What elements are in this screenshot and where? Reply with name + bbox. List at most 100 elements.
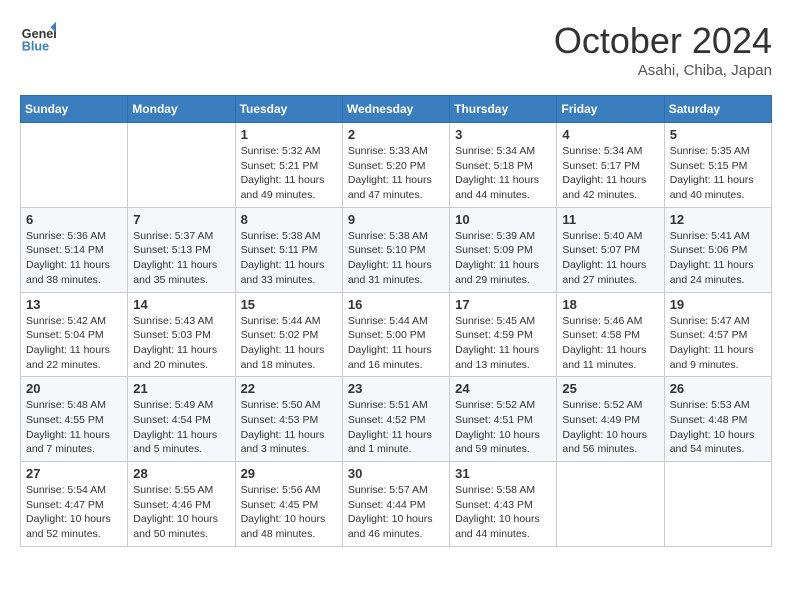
calendar-week-row: 1 Sunrise: 5:32 AMSunset: 5:21 PMDaylight… bbox=[21, 123, 772, 208]
day-number: 26 bbox=[670, 381, 766, 396]
calendar-cell: 1 Sunrise: 5:32 AMSunset: 5:21 PMDaylight… bbox=[235, 123, 342, 208]
calendar-cell: 16Sunrise: 5:44 AMSunset: 5:00 PMDayligh… bbox=[342, 292, 449, 377]
calendar-cell bbox=[21, 123, 128, 208]
day-number: 4 bbox=[562, 127, 658, 142]
calendar-cell: 24 Sunrise: 5:52 AMSunset: 4:51 PMDayligh… bbox=[450, 377, 557, 462]
day-info: Sunrise: 5:35 AMSunset: 5:15 PMDaylight:… bbox=[670, 144, 766, 203]
calendar-cell: 4 Sunrise: 5:34 AMSunset: 5:17 PMDaylight… bbox=[557, 123, 664, 208]
day-number: 29 bbox=[241, 466, 337, 481]
day-number: 13 bbox=[26, 297, 122, 312]
day-number: 15 bbox=[241, 297, 337, 312]
day-number: 8 bbox=[241, 212, 337, 227]
page-header: General Blue October 2024 Asahi, Chiba, … bbox=[20, 20, 772, 79]
calendar-cell: 23Sunrise: 5:51 AMSunset: 4:52 PMDayligh… bbox=[342, 377, 449, 462]
day-info: Sunrise: 5:32 AMSunset: 5:21 PMDaylight:… bbox=[241, 144, 337, 203]
day-number: 6 bbox=[26, 212, 122, 227]
day-info: Sunrise: 5:49 AMSunset: 4:54 PMDaylight:… bbox=[133, 398, 229, 457]
calendar-cell: 6Sunrise: 5:36 AMSunset: 5:14 PMDaylight… bbox=[21, 207, 128, 292]
day-info: Sunrise: 5:57 AMSunset: 4:44 PMDaylight:… bbox=[348, 483, 444, 542]
day-info: Sunrise: 5:39 AMSunset: 5:09 PMDaylight:… bbox=[455, 229, 551, 288]
calendar-cell: 17Sunrise: 5:45 AMSunset: 4:59 PMDayligh… bbox=[450, 292, 557, 377]
day-info: Sunrise: 5:56 AMSunset: 4:45 PMDaylight:… bbox=[241, 483, 337, 542]
calendar-cell: 28Sunrise: 5:55 AMSunset: 4:46 PMDayligh… bbox=[128, 462, 235, 547]
day-number: 5 bbox=[670, 127, 766, 142]
calendar-cell bbox=[557, 462, 664, 547]
day-info: Sunrise: 5:58 AMSunset: 4:43 PMDaylight:… bbox=[455, 483, 551, 542]
day-info: Sunrise: 5:34 AMSunset: 5:17 PMDaylight:… bbox=[562, 144, 658, 203]
calendar-day-header: Thursday bbox=[450, 96, 557, 123]
day-number: 27 bbox=[26, 466, 122, 481]
calendar-cell: 26 Sunrise: 5:53 AMSunset: 4:48 PMDayligh… bbox=[664, 377, 771, 462]
day-number: 17 bbox=[455, 297, 551, 312]
calendar-cell: 11 Sunrise: 5:40 AMSunset: 5:07 PMDayligh… bbox=[557, 207, 664, 292]
logo: General Blue bbox=[20, 20, 60, 56]
day-number: 9 bbox=[348, 212, 444, 227]
day-number: 10 bbox=[455, 212, 551, 227]
calendar-cell: 30 Sunrise: 5:57 AMSunset: 4:44 PMDayligh… bbox=[342, 462, 449, 547]
day-number: 18 bbox=[562, 297, 658, 312]
day-number: 22 bbox=[241, 381, 337, 396]
day-info: Sunrise: 5:50 AMSunset: 4:53 PMDaylight:… bbox=[241, 398, 337, 457]
day-number: 3 bbox=[455, 127, 551, 142]
calendar-cell: 15 Sunrise: 5:44 AMSunset: 5:02 PMDayligh… bbox=[235, 292, 342, 377]
day-info: Sunrise: 5:43 AMSunset: 5:03 PMDaylight:… bbox=[133, 314, 229, 373]
calendar-week-row: 27Sunrise: 5:54 AMSunset: 4:47 PMDayligh… bbox=[21, 462, 772, 547]
day-info: Sunrise: 5:42 AMSunset: 5:04 PMDaylight:… bbox=[26, 314, 122, 373]
calendar-cell: 22 Sunrise: 5:50 AMSunset: 4:53 PMDayligh… bbox=[235, 377, 342, 462]
calendar-cell: 29 Sunrise: 5:56 AMSunset: 4:45 PMDayligh… bbox=[235, 462, 342, 547]
calendar-cell: 14 Sunrise: 5:43 AMSunset: 5:03 PMDayligh… bbox=[128, 292, 235, 377]
title-block: October 2024 Asahi, Chiba, Japan bbox=[554, 20, 772, 79]
calendar-cell: 18 Sunrise: 5:46 AMSunset: 4:58 PMDayligh… bbox=[557, 292, 664, 377]
location-subtitle: Asahi, Chiba, Japan bbox=[554, 62, 772, 79]
calendar-cell: 7 Sunrise: 5:37 AMSunset: 5:13 PMDaylight… bbox=[128, 207, 235, 292]
day-number: 23 bbox=[348, 381, 444, 396]
calendar-cell: 27Sunrise: 5:54 AMSunset: 4:47 PMDayligh… bbox=[21, 462, 128, 547]
day-info: Sunrise: 5:40 AMSunset: 5:07 PMDaylight:… bbox=[562, 229, 658, 288]
day-info: Sunrise: 5:37 AMSunset: 5:13 PMDaylight:… bbox=[133, 229, 229, 288]
day-number: 30 bbox=[348, 466, 444, 481]
day-number: 25 bbox=[562, 381, 658, 396]
svg-text:Blue: Blue bbox=[22, 40, 49, 54]
day-info: Sunrise: 5:34 AMSunset: 5:18 PMDaylight:… bbox=[455, 144, 551, 203]
day-info: Sunrise: 5:44 AMSunset: 5:02 PMDaylight:… bbox=[241, 314, 337, 373]
day-info: Sunrise: 5:53 AMSunset: 4:48 PMDaylight:… bbox=[670, 398, 766, 457]
day-info: Sunrise: 5:44 AMSunset: 5:00 PMDaylight:… bbox=[348, 314, 444, 373]
calendar-cell bbox=[128, 123, 235, 208]
day-number: 11 bbox=[562, 212, 658, 227]
day-info: Sunrise: 5:46 AMSunset: 4:58 PMDaylight:… bbox=[562, 314, 658, 373]
calendar-cell: 9Sunrise: 5:38 AMSunset: 5:10 PMDaylight… bbox=[342, 207, 449, 292]
calendar-cell: 25Sunrise: 5:52 AMSunset: 4:49 PMDayligh… bbox=[557, 377, 664, 462]
calendar-day-header: Sunday bbox=[21, 96, 128, 123]
day-number: 2 bbox=[348, 127, 444, 142]
calendar-cell: 13 Sunrise: 5:42 AMSunset: 5:04 PMDayligh… bbox=[21, 292, 128, 377]
day-info: Sunrise: 5:47 AMSunset: 4:57 PMDaylight:… bbox=[670, 314, 766, 373]
calendar-week-row: 20 Sunrise: 5:48 AMSunset: 4:55 PMDayligh… bbox=[21, 377, 772, 462]
calendar-table: SundayMondayTuesdayWednesdayThursdayFrid… bbox=[20, 95, 772, 547]
day-number: 19 bbox=[670, 297, 766, 312]
calendar-cell: 10 Sunrise: 5:39 AMSunset: 5:09 PMDayligh… bbox=[450, 207, 557, 292]
day-number: 24 bbox=[455, 381, 551, 396]
day-number: 21 bbox=[133, 381, 229, 396]
calendar-header-row: SundayMondayTuesdayWednesdayThursdayFrid… bbox=[21, 96, 772, 123]
day-number: 7 bbox=[133, 212, 229, 227]
calendar-cell: 20 Sunrise: 5:48 AMSunset: 4:55 PMDayligh… bbox=[21, 377, 128, 462]
calendar-day-header: Monday bbox=[128, 96, 235, 123]
calendar-week-row: 13 Sunrise: 5:42 AMSunset: 5:04 PMDayligh… bbox=[21, 292, 772, 377]
day-number: 14 bbox=[133, 297, 229, 312]
calendar-day-header: Friday bbox=[557, 96, 664, 123]
day-number: 28 bbox=[133, 466, 229, 481]
day-number: 1 bbox=[241, 127, 337, 142]
calendar-cell: 8Sunrise: 5:38 AMSunset: 5:11 PMDaylight… bbox=[235, 207, 342, 292]
calendar-cell: 12Sunrise: 5:41 AMSunset: 5:06 PMDayligh… bbox=[664, 207, 771, 292]
day-number: 12 bbox=[670, 212, 766, 227]
month-year-title: October 2024 bbox=[554, 20, 772, 62]
calendar-day-header: Tuesday bbox=[235, 96, 342, 123]
day-number: 20 bbox=[26, 381, 122, 396]
day-info: Sunrise: 5:48 AMSunset: 4:55 PMDaylight:… bbox=[26, 398, 122, 457]
day-info: Sunrise: 5:52 AMSunset: 4:51 PMDaylight:… bbox=[455, 398, 551, 457]
day-number: 31 bbox=[455, 466, 551, 481]
calendar-cell: 21 Sunrise: 5:49 AMSunset: 4:54 PMDayligh… bbox=[128, 377, 235, 462]
day-info: Sunrise: 5:33 AMSunset: 5:20 PMDaylight:… bbox=[348, 144, 444, 203]
calendar-cell: 31 Sunrise: 5:58 AMSunset: 4:43 PMDayligh… bbox=[450, 462, 557, 547]
calendar-day-header: Saturday bbox=[664, 96, 771, 123]
